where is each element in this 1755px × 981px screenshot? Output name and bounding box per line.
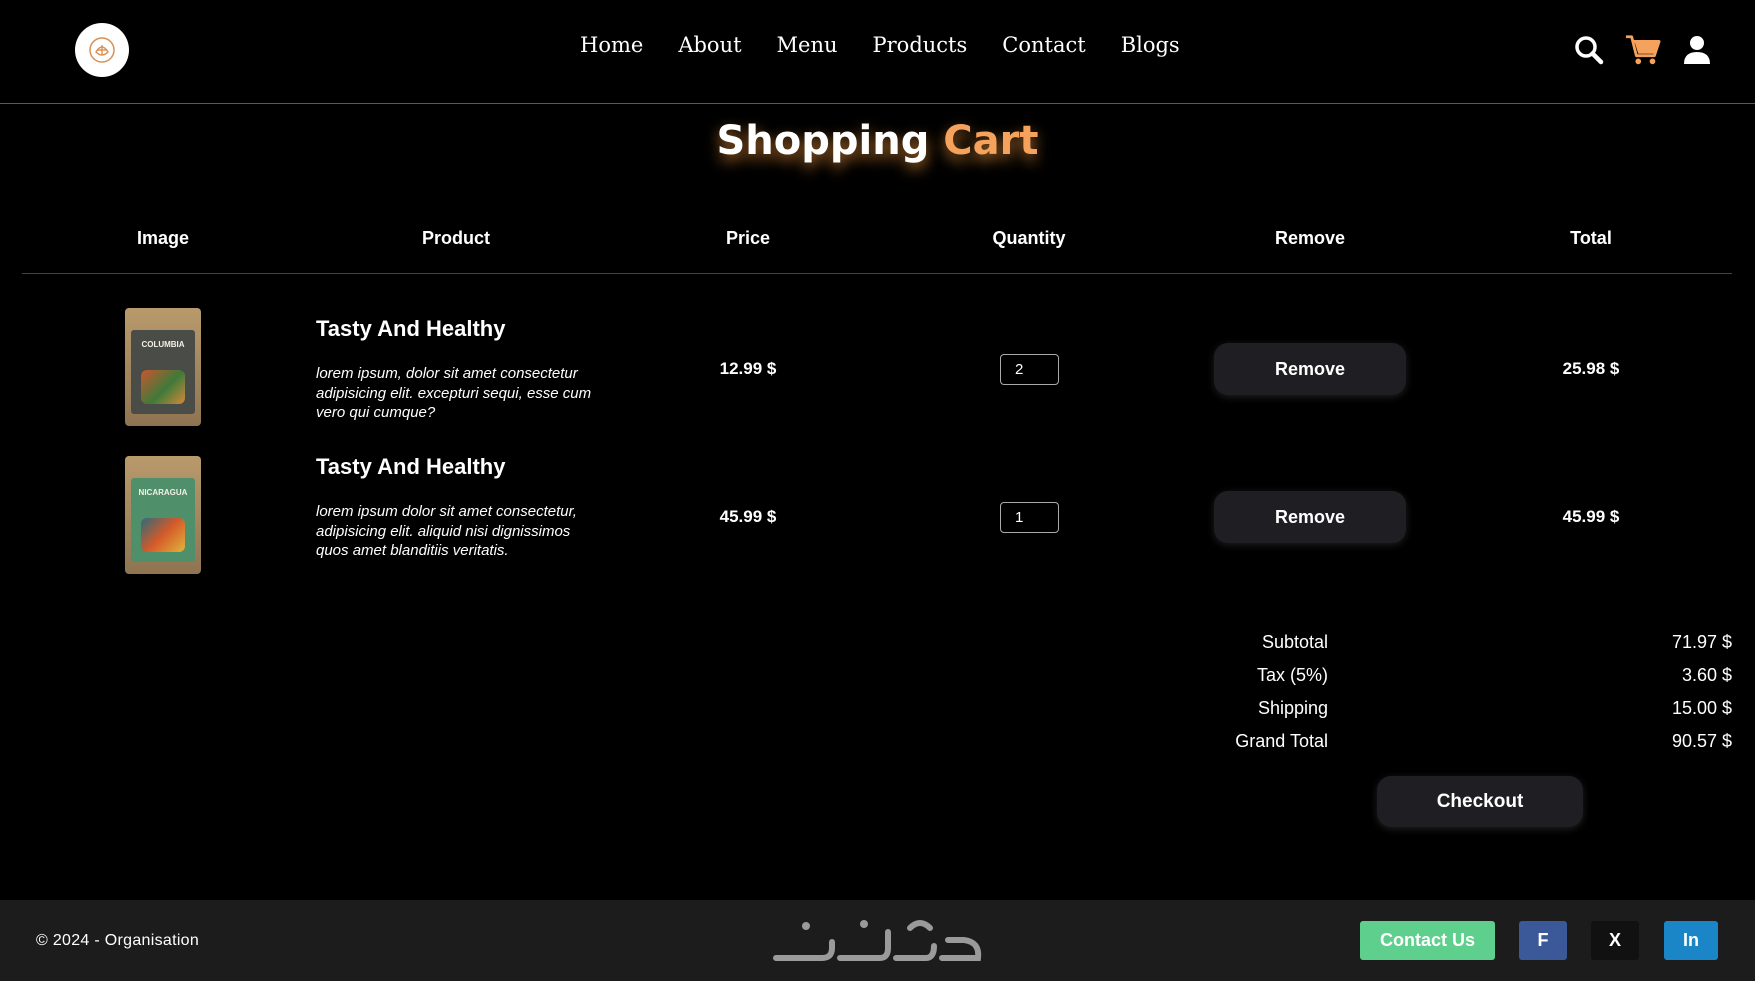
table-row: NICARAGUA Tasty And Healthy lorem ipsum … [0,448,1755,588]
nav-blogs[interactable]: Blogs [1121,33,1180,57]
shipping-value: 15.00 $ [1671,698,1732,718]
tax-value: 3.60 $ [1681,665,1732,685]
product-image-label: COLUMBIA [141,340,185,349]
x-button[interactable]: X [1591,921,1639,960]
title-word-shopping: Shopping [716,118,930,164]
facebook-button[interactable]: F [1519,921,1567,960]
subtotal-label: Subtotal [1261,632,1328,652]
user-icon[interactable] [1679,32,1715,68]
cart-icon[interactable] [1625,32,1661,68]
search-icon[interactable] [1571,32,1607,68]
product-description: lorem ipsum, dolor sit amet consectetur … [316,365,592,421]
grand-total-value: 90.57 $ [1671,731,1732,751]
main-nav: Home About Menu Products Contact Blogs [580,33,1180,57]
header-product: Product [421,228,490,248]
nav-menu[interactable]: Menu [777,33,838,57]
table-row: COLUMBIA Tasty And Healthy lorem ipsum, … [0,300,1755,440]
row-total: 25.98 $ [1562,359,1620,378]
product-price: 12.99 $ [719,359,777,378]
header-total: Total [1570,228,1612,248]
shipping-label: Shipping [1257,698,1328,718]
page-title: Shopping Cart [0,118,1755,164]
linkedin-button[interactable]: In [1664,921,1718,960]
contact-us-button[interactable]: Contact Us [1360,921,1495,960]
row-total: 45.99 $ [1562,507,1620,526]
remove-button[interactable]: Remove [1214,343,1406,395]
product-price: 45.99 $ [719,507,777,526]
subtotal-value: 71.97 $ [1671,632,1732,652]
footer: © 2024 - Organisation Contact Us F X In [0,900,1755,981]
header: Home About Menu Products Contact Blogs [0,0,1755,104]
product-name: Tasty And Healthy [316,454,506,479]
product-image: NICARAGUA [125,456,201,574]
product-name: Tasty And Healthy [316,316,506,341]
cart-table-header: Image Product Price Quantity Remove Tota… [22,210,1732,274]
nav-home[interactable]: Home [580,33,643,57]
product-image: COLUMBIA [125,308,201,426]
nav-products[interactable]: Products [873,33,968,57]
product-image-label: NICARAGUA [138,488,188,497]
checkout-button[interactable]: Checkout [1377,776,1583,827]
watermark-logo [773,920,982,961]
nav-contact[interactable]: Contact [1002,33,1085,57]
copyright: © 2024 - Organisation [36,932,200,949]
grand-total-label: Grand Total [1235,731,1328,751]
tax-label: Tax (5%) [1256,665,1328,685]
header-quantity: Quantity [992,228,1066,248]
quantity-input[interactable] [1000,354,1059,385]
remove-button[interactable]: Remove [1214,491,1406,543]
page: Home About Menu Products Contact Blogs S… [0,0,1755,981]
logo[interactable] [75,23,129,77]
header-price: Price [725,228,771,248]
quantity-input[interactable] [1000,502,1059,533]
header-remove: Remove [1274,228,1346,248]
nav-about[interactable]: About [678,33,741,57]
logo-icon [89,37,115,63]
header-icons [1571,32,1715,68]
header-image: Image [136,228,190,248]
product-description: lorem ipsum dolor sit amet consectetur, … [316,503,577,559]
title-word-cart: Cart [943,118,1039,164]
